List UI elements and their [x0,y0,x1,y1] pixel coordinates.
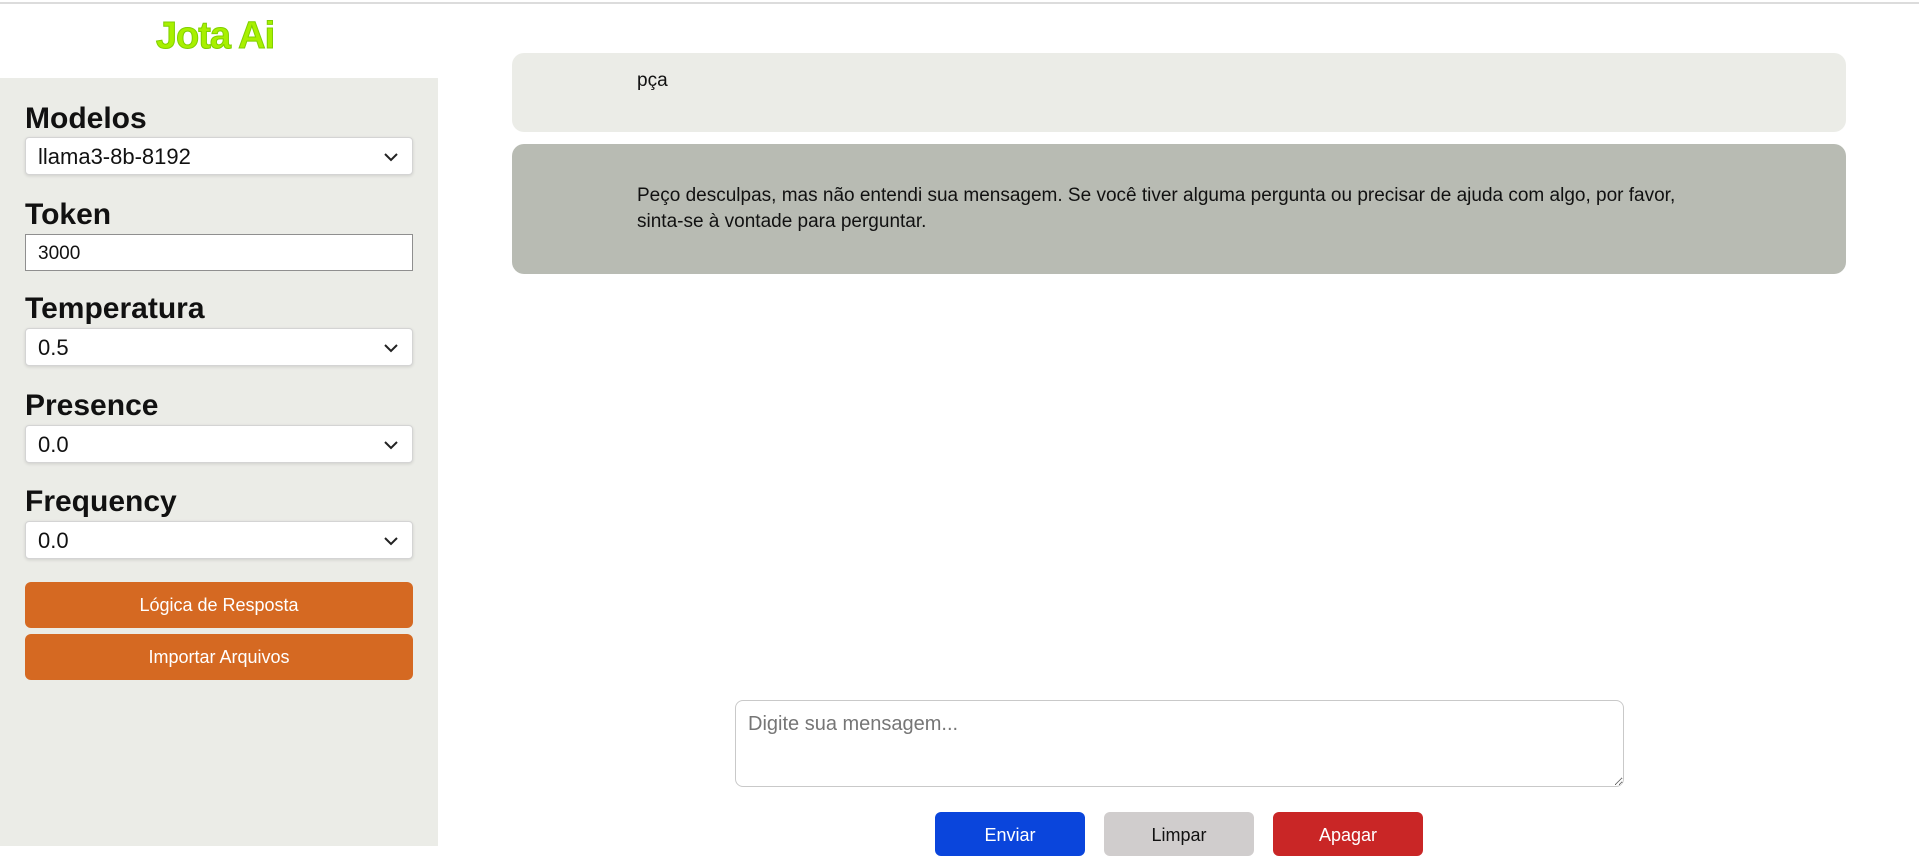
user-message: pça [512,53,1846,132]
frequency-select[interactable]: 0.0 [25,521,413,559]
chevron-down-icon [384,344,398,353]
assistant-message-text: Peço desculpas, mas não entendi sua mens… [637,185,1676,232]
presence-select-value: 0.0 [38,432,69,457]
presence-label: Presence [25,389,159,422]
chevron-down-icon [384,537,398,546]
token-input[interactable]: 3000 [25,234,413,271]
chevron-down-icon [384,441,398,450]
temperature-select[interactable]: 0.5 [25,328,413,366]
frequency-select-value: 0.0 [38,528,69,553]
import-files-button[interactable]: Importar Arquivos [25,634,413,680]
models-label: Modelos [25,102,147,135]
response-logic-button[interactable]: Lógica de Resposta [25,582,413,628]
model-select-value: llama3-8b-8192 [38,144,191,169]
token-input-value: 3000 [38,243,81,264]
clear-button[interactable]: Limpar [1104,812,1254,856]
model-select[interactable]: llama3-8b-8192 [25,137,413,175]
brand-header: Jota Ai [0,4,438,78]
assistant-message: Peço desculpas, mas não entendi sua mens… [512,144,1846,274]
send-button[interactable]: Enviar [935,812,1085,856]
frequency-label: Frequency [25,485,177,518]
user-message-text: pça [637,70,668,91]
settings-sidebar: Modelos llama3-8b-8192 Token 3000 Temper… [0,78,438,846]
chevron-down-icon [384,153,398,162]
temperature-label: Temperatura [25,292,205,325]
presence-select[interactable]: 0.0 [25,425,413,463]
delete-button[interactable]: Apagar [1273,812,1423,856]
token-label: Token [25,198,112,231]
temperature-select-value: 0.5 [38,335,69,360]
message-input[interactable] [735,700,1624,787]
app-logo: Jota Ai [155,15,275,58]
